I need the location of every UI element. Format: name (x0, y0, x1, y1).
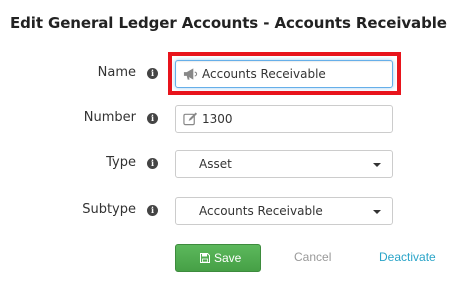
deactivate-link[interactable]: Deactivate (379, 250, 436, 264)
highlight-box (168, 52, 401, 95)
caret-down-icon (373, 163, 381, 167)
info-icon[interactable]: i (147, 68, 158, 79)
number-label: Number (83, 110, 136, 125)
cancel-button[interactable]: Cancel (294, 250, 331, 264)
caret-down-icon (373, 210, 381, 214)
type-row: Type i Asset (0, 149, 454, 179)
type-selected-value: Asset (199, 157, 232, 171)
number-input[interactable]: 1300 (175, 105, 393, 133)
save-label: Save (214, 251, 242, 265)
number-row: Number i 1300 (0, 104, 454, 134)
type-label: Type (106, 155, 136, 170)
name-label: Name (97, 65, 136, 80)
page-title: Edit General Ledger Accounts - Accounts … (10, 14, 447, 32)
floppy-disk-icon (200, 253, 210, 263)
subtype-row: Subtype i Accounts Receivable (0, 196, 454, 226)
number-value: 1300 (202, 112, 233, 126)
info-icon[interactable]: i (147, 205, 158, 216)
save-button[interactable]: Save (175, 244, 261, 272)
subtype-select[interactable]: Accounts Receivable (175, 197, 393, 225)
subtype-label: Subtype (82, 202, 136, 217)
info-icon[interactable]: i (147, 158, 158, 169)
type-select[interactable]: Asset (175, 150, 393, 178)
info-icon[interactable]: i (147, 113, 158, 124)
pencil-square-icon (183, 112, 198, 126)
subtype-selected-value: Accounts Receivable (199, 204, 323, 218)
